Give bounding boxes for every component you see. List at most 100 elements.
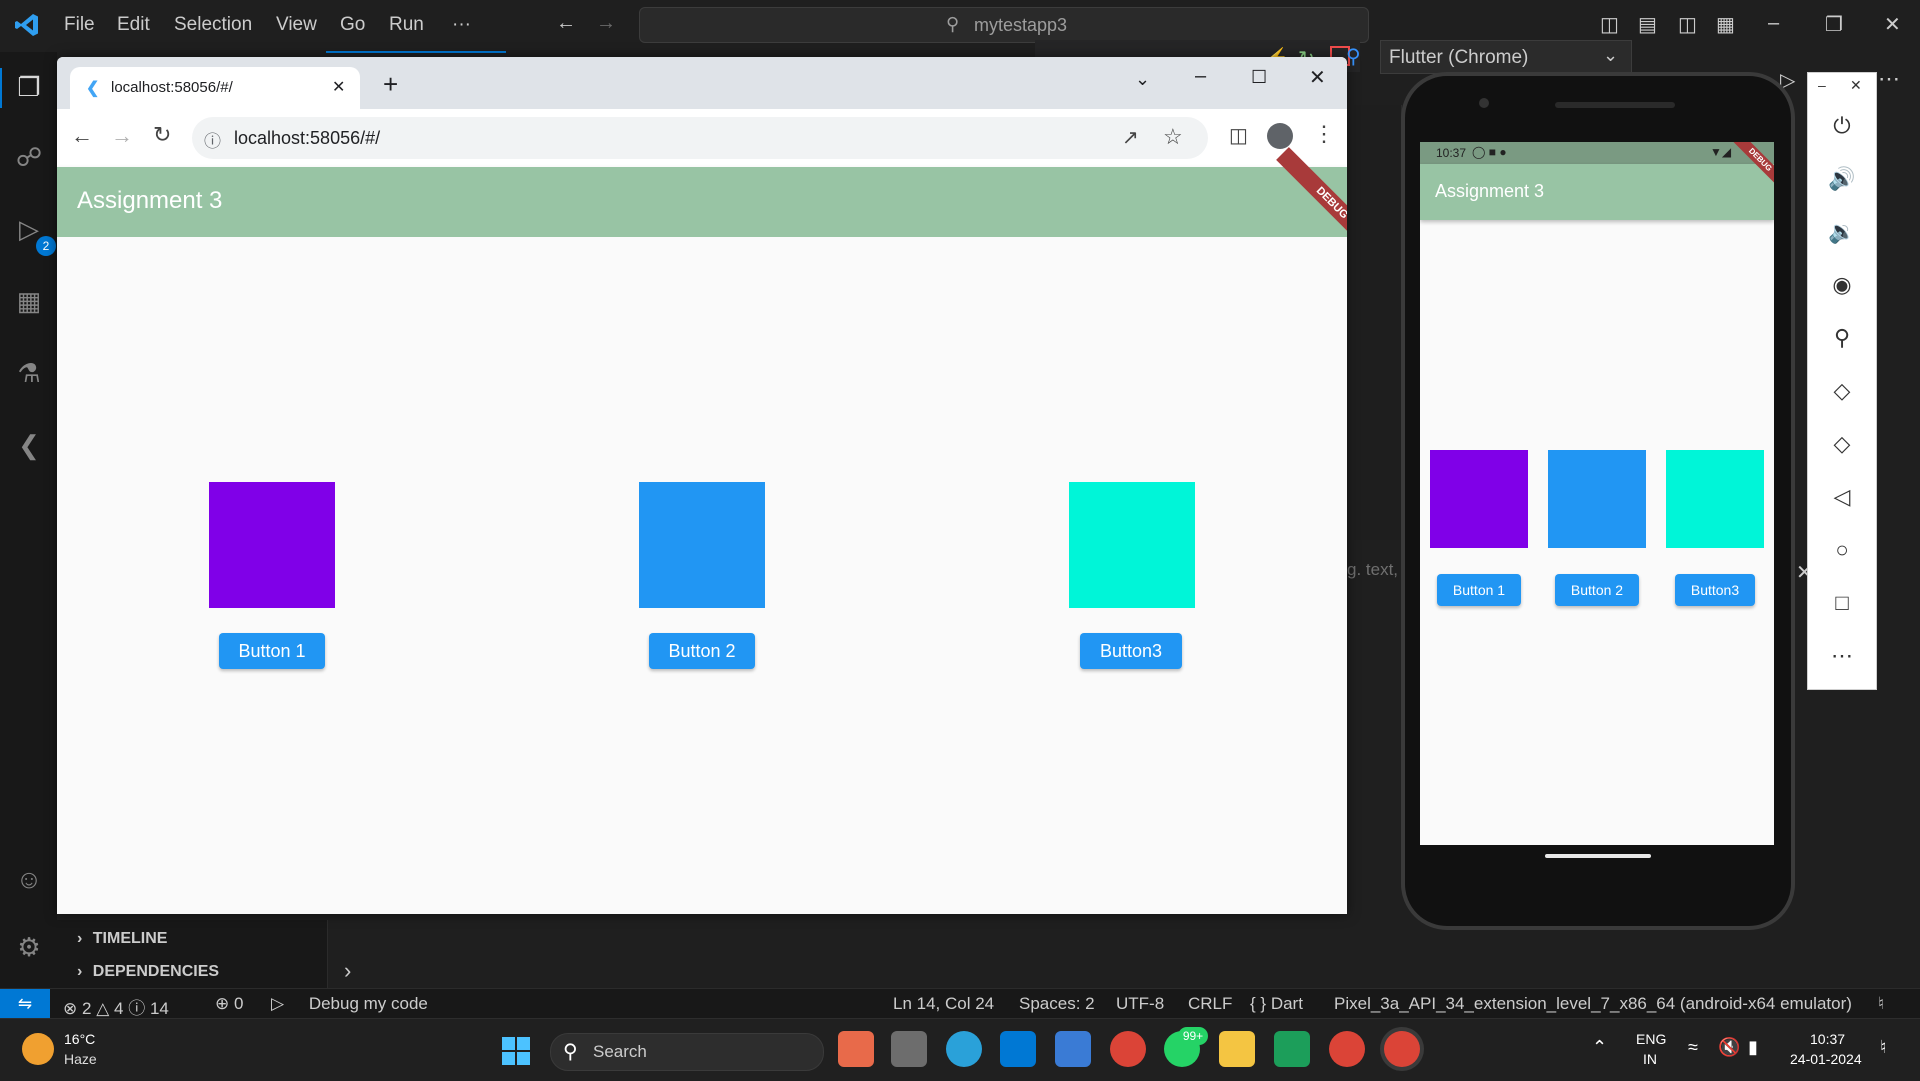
rotate-right-icon[interactable]: ◇ [1827, 429, 1857, 459]
minimize-icon[interactable]: – [1768, 12, 1779, 35]
line-ending[interactable]: CRLF [1188, 994, 1232, 1014]
notification-bell-icon[interactable]: ♮ [1880, 1037, 1886, 1058]
phone-button-1[interactable]: Button 1 [1437, 574, 1521, 606]
menu-file[interactable]: File [64, 14, 95, 36]
extensions-icon[interactable]: ▦ [14, 286, 44, 316]
phone-button-2[interactable]: Button 2 [1555, 574, 1639, 606]
timeline-section[interactable]: › TIMELINE [77, 930, 167, 948]
new-tab-icon[interactable]: + [383, 69, 398, 100]
debug-status[interactable]: ▷ Debug my code [271, 994, 428, 1014]
menu-view[interactable]: View [276, 14, 317, 36]
more-icon[interactable]: ⋯ [1827, 641, 1857, 671]
wifi-icon[interactable]: ≈ [1688, 1037, 1698, 1058]
button-1[interactable]: Button 1 [219, 633, 325, 669]
chrome-app-icon-active[interactable] [1384, 1031, 1420, 1067]
bookmark-star-icon[interactable]: ☆ [1163, 124, 1183, 150]
phone-button-3[interactable]: Button3 [1675, 574, 1755, 606]
profile-avatar-icon[interactable] [1267, 123, 1293, 149]
back-arrow-icon[interactable]: ← [556, 12, 576, 35]
dependencies-section[interactable]: › DEPENDENCIES [77, 963, 219, 981]
indentation[interactable]: Spaces: 2 [1019, 994, 1095, 1014]
more-actions-icon[interactable]: ⋯ [1878, 66, 1900, 92]
lang-top[interactable]: ENG [1636, 1031, 1666, 1047]
testing-icon[interactable]: ⚗ [14, 358, 44, 388]
expand-arrow-icon[interactable]: › [344, 958, 351, 984]
store-app-icon[interactable] [1055, 1031, 1091, 1067]
explorer-icon[interactable]: ❐ [14, 72, 44, 102]
phone-home-indicator[interactable] [1545, 854, 1651, 858]
toggle-secondary-sidebar-icon[interactable]: ◫ [1678, 12, 1697, 37]
address-bar[interactable]: ⓘ localhost:58056/#/ ↗ ☆ [192, 117, 1208, 159]
button-2[interactable]: Button 2 [649, 633, 755, 669]
overview-icon[interactable]: □ [1827, 588, 1857, 618]
forward-arrow-icon[interactable]: → [111, 123, 133, 149]
menu-go[interactable]: Go [340, 14, 365, 36]
restore-icon[interactable]: ❐ [1825, 12, 1843, 37]
ports-status[interactable]: ⊕ 0 [215, 994, 243, 1014]
camera-icon[interactable]: ◉ [1827, 270, 1857, 300]
chrome-minimize-icon[interactable]: – [1195, 65, 1206, 88]
menu-more[interactable]: ··· [452, 14, 471, 36]
tab-close-icon[interactable]: ✕ [332, 77, 345, 97]
info-icon[interactable]: ⓘ [204, 127, 221, 152]
back-icon[interactable]: ◁ [1827, 482, 1857, 512]
show-hidden-icons-icon[interactable]: ⌃ [1592, 1037, 1607, 1058]
chrome-tab[interactable]: ❮ localhost:58056/#/ ✕ [70, 67, 360, 109]
zoom-icon[interactable]: ⚲ [1827, 323, 1857, 353]
notifications-bell-icon[interactable]: ♮ [1878, 994, 1884, 1014]
power-icon[interactable]: ⏻ [1827, 111, 1857, 141]
forward-arrow-icon[interactable]: → [596, 12, 616, 35]
weather-icon [22, 1033, 54, 1065]
app-icon[interactable] [1274, 1031, 1310, 1067]
share-icon[interactable]: ↗ [1122, 125, 1139, 150]
menu-edit[interactable]: Edit [117, 14, 150, 36]
battery-icon[interactable]: ▮ [1748, 1037, 1758, 1058]
emulator-close-icon[interactable]: ✕ [1850, 77, 1862, 94]
source-control-icon[interactable]: ☍ [14, 142, 44, 172]
taskbar-search[interactable]: ⚲ Search [550, 1033, 824, 1071]
remote-indicator-icon[interactable]: ⇋ [0, 989, 50, 1019]
clock-time[interactable]: 10:37 [1810, 1031, 1845, 1047]
home-icon[interactable]: ○ [1827, 535, 1857, 565]
customize-layout-icon[interactable]: ▦ [1716, 12, 1735, 37]
cursor-position[interactable]: Ln 14, Col 24 [893, 994, 994, 1014]
back-arrow-icon[interactable]: ← [71, 123, 93, 149]
chrome-close-icon[interactable]: ✕ [1309, 65, 1326, 90]
side-panel-icon[interactable]: ◫ [1229, 123, 1248, 148]
device-status[interactable]: Pixel_3a_API_34_extension_level_7_x86_64… [1334, 994, 1852, 1014]
settings-gear-icon[interactable]: ⚙ [14, 932, 44, 962]
start-windows-icon[interactable] [501, 1036, 531, 1066]
button-3[interactable]: Button3 [1080, 633, 1182, 669]
rotate-left-icon[interactable]: ◇ [1827, 376, 1857, 406]
copilot-app-icon[interactable] [838, 1031, 874, 1067]
telegram-app-icon[interactable] [946, 1031, 982, 1067]
toggle-primary-sidebar-icon[interactable]: ◫ [1600, 12, 1619, 37]
volume-down-icon[interactable]: 🔉 [1827, 217, 1857, 247]
menu-run[interactable]: Run [389, 14, 424, 36]
accounts-icon[interactable]: ☺ [14, 864, 44, 894]
task-view-icon[interactable] [891, 1031, 927, 1067]
encoding[interactable]: UTF-8 [1116, 994, 1164, 1014]
devtools-search-icon[interactable]: ⚲ [1346, 44, 1370, 68]
chrome-menu-icon[interactable]: ⋮ [1313, 121, 1335, 147]
errors-status[interactable]: ⊗ 2 △ 4 ⓘ 14 [63, 994, 169, 1019]
chrome-maximize-icon[interactable]: ☐ [1251, 67, 1267, 88]
vscode-app-icon[interactable] [1000, 1031, 1036, 1067]
toggle-panel-icon[interactable]: ▤ [1638, 12, 1657, 37]
tab-search-icon[interactable]: ⌄ [1135, 69, 1150, 90]
weather-temp[interactable]: 16°C [64, 1031, 95, 1047]
chrome-app-icon[interactable] [1110, 1031, 1146, 1067]
language-mode[interactable]: { } Dart [1250, 994, 1303, 1014]
chevron-down-icon: ⌄ [1603, 45, 1619, 65]
mute-icon[interactable]: 🔇 [1718, 1037, 1740, 1058]
device-select[interactable]: Flutter (Chrome) ⌄ [1380, 40, 1632, 74]
command-center-search[interactable]: ⚲ mytestapp3 [639, 7, 1369, 43]
file-explorer-icon[interactable] [1219, 1031, 1255, 1067]
flutter-icon[interactable]: ❮ [14, 430, 44, 460]
volume-up-icon[interactable]: 🔊 [1827, 164, 1857, 194]
menu-selection[interactable]: Selection [174, 14, 252, 36]
close-icon[interactable]: ✕ [1884, 12, 1901, 37]
chrome-app-icon-2[interactable] [1329, 1031, 1365, 1067]
reload-icon[interactable]: ↻ [153, 122, 171, 148]
emulator-minimize-icon[interactable]: – [1818, 77, 1826, 93]
